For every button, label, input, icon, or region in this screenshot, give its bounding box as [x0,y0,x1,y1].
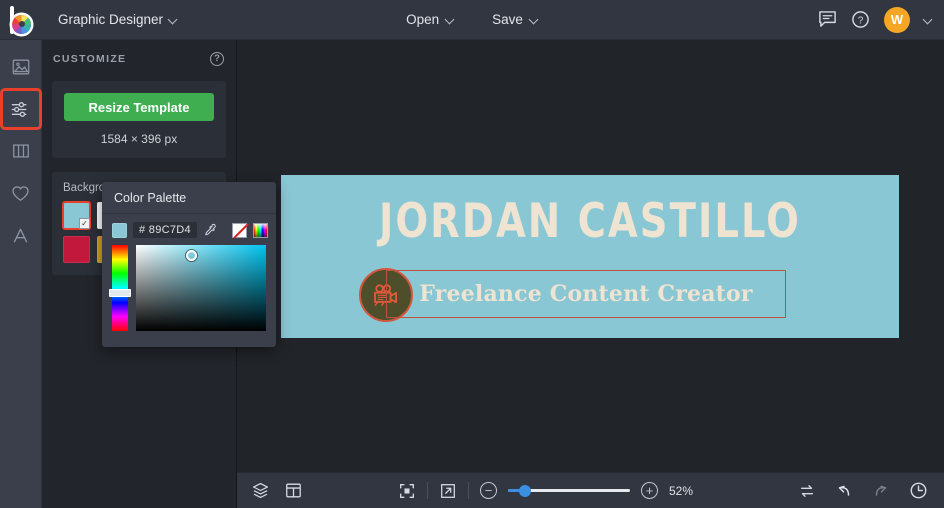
save-menu-label: Save [492,12,523,27]
top-right-actions: ? W [818,7,944,33]
swatch-crimson[interactable] [63,236,90,263]
open-menu[interactable]: Open [394,7,466,32]
help-question-icon[interactable]: ? [210,52,224,66]
bottom-bar: − + 52% [237,472,944,508]
sv-cursor-handle[interactable] [186,250,197,261]
document-title-label: Graphic Designer [58,12,163,27]
zoom-slider[interactable] [508,484,630,498]
expand-arrow-icon[interactable] [439,482,457,500]
grid-layout-icon[interactable] [284,481,303,500]
document-title-dropdown[interactable]: Graphic Designer [48,7,187,32]
zoom-slider-knob[interactable] [519,485,531,497]
avatar[interactable]: W [884,7,910,33]
no-color-swatch[interactable] [232,223,247,238]
rainbow-gradient-swatch[interactable] [253,223,268,238]
resize-card: Resize Template 1584 × 396 px [52,81,226,158]
b-logo-icon [8,6,34,34]
sidebar-item-layout[interactable] [2,132,40,170]
banner-subtitle-text[interactable]: Freelance Content Creator [387,271,785,317]
color-palette-hex-row: # 89C7D4 [102,214,276,245]
layout-columns-icon [11,141,31,161]
divider [468,482,469,499]
eyedropper-icon[interactable] [203,223,217,237]
banner-artboard[interactable]: JORDAN CASTILLO Freelance Content Creato… [281,175,899,338]
color-picker [102,245,276,341]
saturation-value-field[interactable] [136,245,266,331]
selected-check-icon: ✓ [79,218,90,229]
chevron-down-icon [169,16,177,24]
bottom-left-tools [237,481,303,500]
template-dimensions: 1584 × 396 px [64,132,214,146]
left-tool-rail [0,40,42,508]
chevron-down-icon [530,16,538,24]
color-palette-popup: Color Palette # 89C7D4 [102,182,276,347]
panel-title: CUSTOMIZE [53,53,126,65]
undo-icon[interactable] [835,482,853,500]
bottom-right-tools [798,481,944,500]
open-menu-label: Open [406,12,439,27]
image-icon [11,57,31,77]
save-menu[interactable]: Save [480,7,550,32]
divider [427,482,428,499]
chevron-down-icon [446,16,454,24]
heart-icon [10,183,31,204]
color-wheel-icon [12,15,31,34]
sidebar-item-text[interactable] [2,216,40,254]
resize-template-button[interactable]: Resize Template [64,93,214,121]
chevron-down-icon[interactable] [924,16,932,24]
hue-slider[interactable] [112,245,128,331]
fit-to-screen-icon[interactable] [398,482,416,500]
zoom-value: 52% [669,484,703,498]
banner-name-text[interactable]: JORDAN CASTILLO [337,198,844,245]
swap-arrows-icon[interactable] [798,482,816,500]
adjust-sliders-icon [10,99,31,120]
chat-bubble-icon[interactable] [818,10,837,29]
zoom-in-button[interactable]: + [641,482,658,499]
svg-text:?: ? [858,15,864,26]
help-question-icon[interactable]: ? [851,10,870,29]
brand-logo[interactable] [0,0,42,40]
zoom-controls: − + 52% [398,482,703,500]
hex-input[interactable]: # 89C7D4 [133,222,197,238]
hue-slider-handle[interactable] [109,289,131,297]
text-a-icon [10,225,31,246]
design-app-window: Graphic Designer Open Save ? W [0,0,944,508]
redo-icon[interactable] [872,482,890,500]
history-clock-icon[interactable] [909,481,928,500]
color-palette-title: Color Palette [102,182,276,214]
subtitle-selection-box[interactable]: Freelance Content Creator [386,270,786,318]
panel-header: CUSTOMIZE ? [42,40,236,78]
canvas-area[interactable]: JORDAN CASTILLO Freelance Content Creato… [237,40,944,472]
current-color-swatch[interactable] [112,223,127,238]
sidebar-item-customize[interactable] [2,90,40,128]
sidebar-item-image[interactable] [2,48,40,86]
sidebar-item-favorites[interactable] [2,174,40,212]
top-bar: Graphic Designer Open Save ? W [0,0,944,40]
zoom-out-button[interactable]: − [480,482,497,499]
swatch-light-blue[interactable]: ✓ [63,202,90,229]
layers-icon[interactable] [251,481,270,500]
